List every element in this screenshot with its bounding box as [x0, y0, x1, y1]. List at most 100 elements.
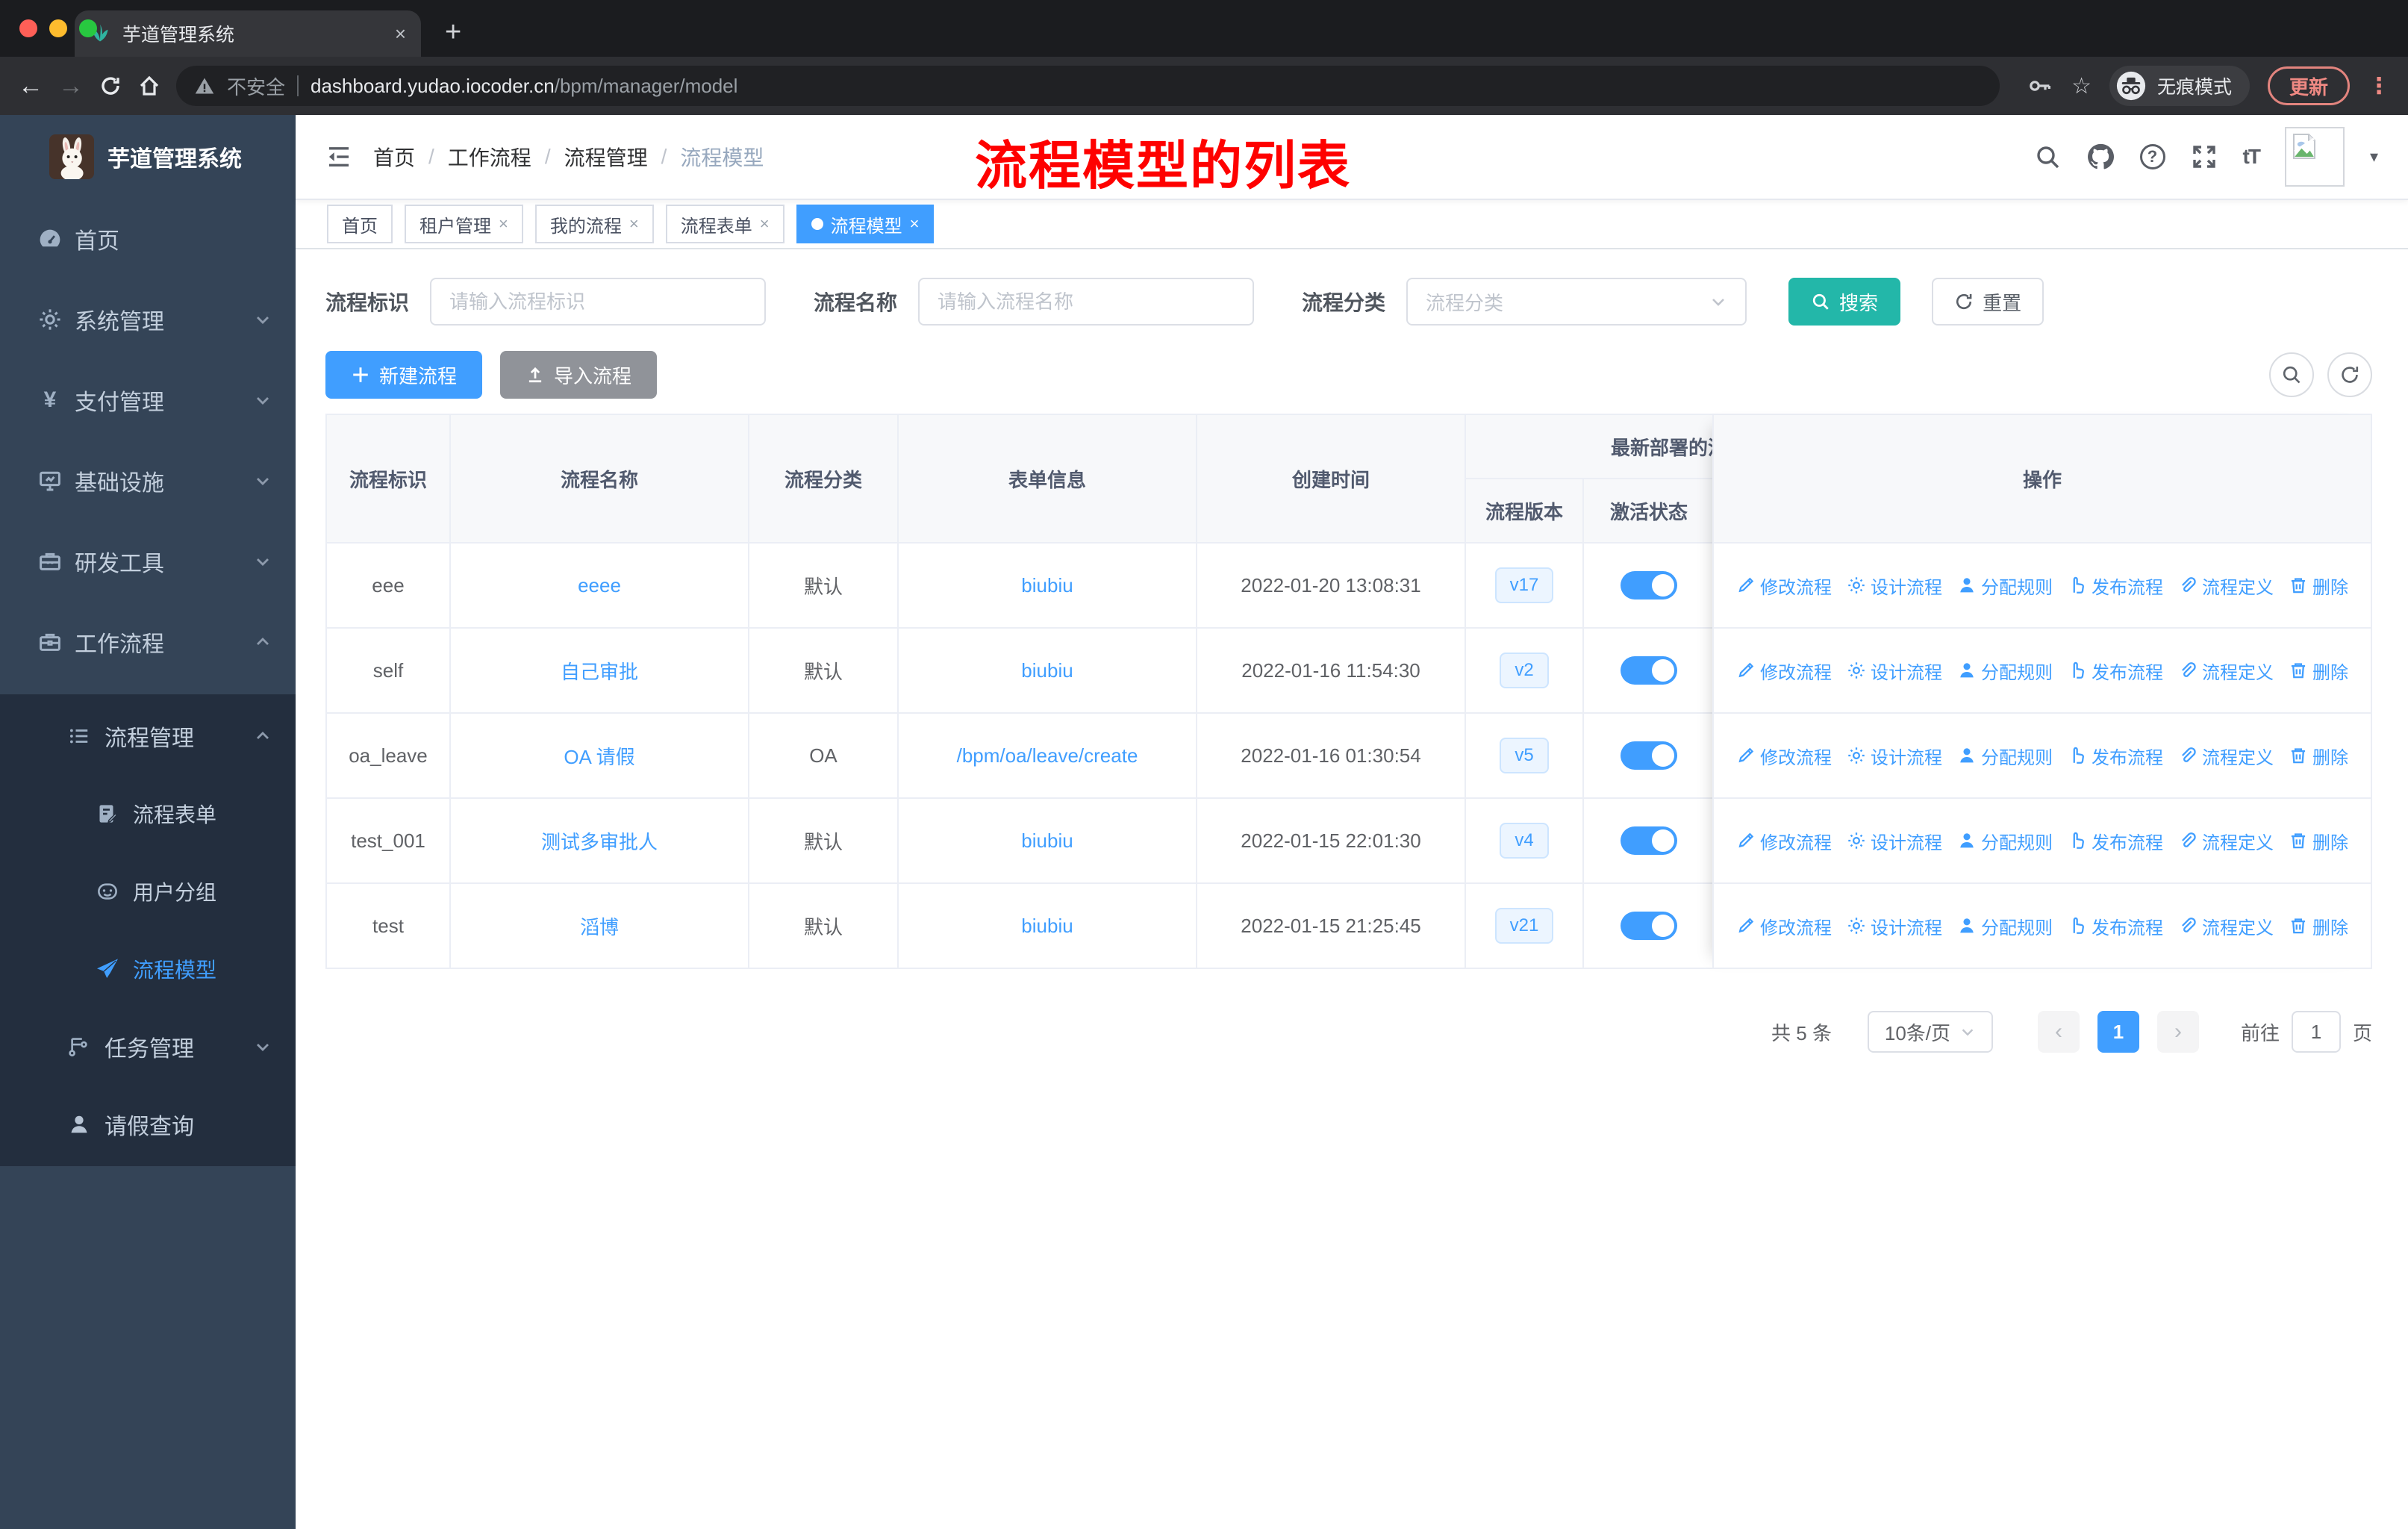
- process-definition-button[interactable]: 流程定义: [2178, 573, 2274, 599]
- active-toggle[interactable]: [1621, 571, 1677, 600]
- design-process-button[interactable]: 设计流程: [1847, 828, 1942, 854]
- design-process-button[interactable]: 设计流程: [1847, 573, 1942, 599]
- process-key-input[interactable]: [430, 278, 767, 326]
- delete-button[interactable]: 删除: [2289, 913, 2348, 939]
- browser-tab[interactable]: 芋道管理系统 ×: [75, 10, 421, 57]
- github-icon[interactable]: [2086, 143, 2115, 171]
- publish-process-button[interactable]: 发布流程: [2068, 743, 2163, 769]
- import-process-button[interactable]: 导入流程: [500, 351, 658, 399]
- category-select[interactable]: 流程分类: [1406, 278, 1747, 326]
- delete-button[interactable]: 删除: [2289, 573, 2348, 599]
- create-process-button[interactable]: 新建流程: [325, 351, 483, 399]
- tag-close-icon[interactable]: ×: [910, 214, 920, 234]
- tag-process-form[interactable]: 流程表单 ×: [665, 205, 785, 243]
- edit-process-button[interactable]: 修改流程: [1736, 743, 1832, 769]
- form-info-link[interactable]: biubiu: [899, 629, 1197, 714]
- edit-process-button[interactable]: 修改流程: [1736, 913, 1832, 939]
- active-toggle[interactable]: [1621, 656, 1677, 685]
- process-name-link[interactable]: 测试多审批人: [451, 799, 749, 884]
- active-toggle[interactable]: [1621, 826, 1677, 855]
- breadcrumb-workflow[interactable]: 工作流程: [448, 142, 531, 172]
- reset-button[interactable]: 重置: [1932, 278, 2044, 326]
- assign-rule-button[interactable]: 分配规则: [1957, 828, 2053, 854]
- tag-close-icon[interactable]: ×: [629, 214, 639, 234]
- process-name-link[interactable]: OA 请假: [451, 714, 749, 799]
- delete-button[interactable]: 删除: [2289, 743, 2348, 769]
- assign-rule-button[interactable]: 分配规则: [1957, 913, 2053, 939]
- tag-close-icon[interactable]: ×: [499, 214, 508, 234]
- breadcrumb-process-manage[interactable]: 流程管理: [564, 142, 648, 172]
- sidebar-item-workflow[interactable]: 工作流程: [0, 602, 296, 682]
- search-button[interactable]: 搜索: [1788, 278, 1901, 326]
- version-badge[interactable]: v5: [1500, 738, 1549, 773]
- edit-process-button[interactable]: 修改流程: [1736, 573, 1832, 599]
- process-name-link[interactable]: eeee: [451, 544, 749, 629]
- publish-process-button[interactable]: 发布流程: [2068, 913, 2163, 939]
- sidebar-fold-icon[interactable]: [325, 143, 352, 170]
- sidebar-item-process-manage[interactable]: 流程管理: [0, 697, 296, 775]
- process-name-link[interactable]: 自己审批: [451, 629, 749, 714]
- zoom-window-button[interactable]: [79, 19, 97, 37]
- sidebar-item-leave-query[interactable]: 请假查询: [0, 1086, 296, 1163]
- url-bar[interactable]: 不安全 dashboard.yudao.iocoder.cn/bpm/manag…: [176, 66, 2000, 106]
- bookmark-star-icon[interactable]: ☆: [2071, 73, 2092, 99]
- toggle-search-button[interactable]: [2269, 352, 2314, 397]
- close-window-button[interactable]: [19, 19, 37, 37]
- publish-process-button[interactable]: 发布流程: [2068, 573, 2163, 599]
- new-tab-button[interactable]: +: [445, 18, 461, 46]
- edit-process-button[interactable]: 修改流程: [1736, 828, 1832, 854]
- tag-tenant[interactable]: 租户管理 ×: [405, 205, 523, 243]
- assign-rule-button[interactable]: 分配规则: [1957, 658, 2053, 684]
- breadcrumb-home[interactable]: 首页: [373, 142, 415, 172]
- design-process-button[interactable]: 设计流程: [1847, 658, 1942, 684]
- prev-page-button[interactable]: ‹: [2037, 1011, 2080, 1053]
- design-process-button[interactable]: 设计流程: [1847, 743, 1942, 769]
- active-toggle[interactable]: [1621, 912, 1677, 940]
- refresh-table-button[interactable]: [2327, 352, 2372, 397]
- form-info-link[interactable]: biubiu: [899, 884, 1197, 969]
- form-info-link[interactable]: /bpm/oa/leave/create: [899, 714, 1197, 799]
- process-definition-button[interactable]: 流程定义: [2178, 828, 2274, 854]
- publish-process-button[interactable]: 发布流程: [2068, 658, 2163, 684]
- delete-button[interactable]: 删除: [2289, 658, 2348, 684]
- help-icon[interactable]: ?: [2139, 144, 2165, 169]
- assign-rule-button[interactable]: 分配规则: [1957, 743, 2053, 769]
- tag-home[interactable]: 首页: [327, 205, 393, 243]
- edit-process-button[interactable]: 修改流程: [1736, 658, 1832, 684]
- process-name-link[interactable]: 滔博: [451, 884, 749, 969]
- next-page-button[interactable]: ›: [2156, 1011, 2199, 1053]
- forward-icon[interactable]: →: [58, 73, 84, 99]
- sidebar-item-infra[interactable]: 基础设施: [0, 440, 296, 521]
- password-key-icon[interactable]: [2027, 72, 2053, 99]
- fullscreen-icon[interactable]: [2191, 143, 2218, 170]
- update-button[interactable]: 更新: [2267, 66, 2350, 105]
- sidebar-item-devtools[interactable]: 研发工具: [0, 521, 296, 602]
- reload-icon[interactable]: [99, 74, 122, 98]
- sidebar-item-user-group[interactable]: 用户分组: [0, 853, 296, 930]
- active-toggle[interactable]: [1621, 741, 1677, 770]
- tag-my-process[interactable]: 我的流程 ×: [534, 205, 654, 243]
- form-info-link[interactable]: biubiu: [899, 544, 1197, 629]
- delete-button[interactable]: 删除: [2289, 828, 2348, 854]
- sidebar-logo[interactable]: 芋道管理系统: [0, 115, 296, 199]
- user-menu-caret-icon[interactable]: ▾: [2370, 147, 2378, 166]
- process-name-input[interactable]: [918, 278, 1255, 326]
- goto-page-input[interactable]: [2291, 1011, 2341, 1053]
- process-definition-button[interactable]: 流程定义: [2178, 913, 2274, 939]
- browser-menu-kebab-icon[interactable]: ⋮: [2368, 73, 2390, 99]
- back-icon[interactable]: ←: [18, 73, 43, 99]
- home-icon[interactable]: [137, 74, 161, 98]
- tab-close-icon[interactable]: ×: [395, 22, 406, 46]
- page-1-button[interactable]: 1: [2097, 1011, 2139, 1053]
- tag-close-icon[interactable]: ×: [760, 214, 770, 234]
- sidebar-item-home[interactable]: 首页: [0, 199, 296, 279]
- sidebar-item-system[interactable]: 系统管理: [0, 279, 296, 360]
- minimize-window-button[interactable]: [49, 19, 67, 37]
- sidebar-item-process-model[interactable]: 流程模型: [0, 930, 296, 1008]
- page-size-select[interactable]: 10条/页: [1867, 1011, 1993, 1053]
- version-badge[interactable]: v17: [1494, 567, 1554, 603]
- design-process-button[interactable]: 设计流程: [1847, 913, 1942, 939]
- version-badge[interactable]: v2: [1500, 653, 1549, 688]
- tag-process-model[interactable]: 流程模型 ×: [796, 205, 935, 243]
- sidebar-item-task-manage[interactable]: 任务管理: [0, 1008, 296, 1086]
